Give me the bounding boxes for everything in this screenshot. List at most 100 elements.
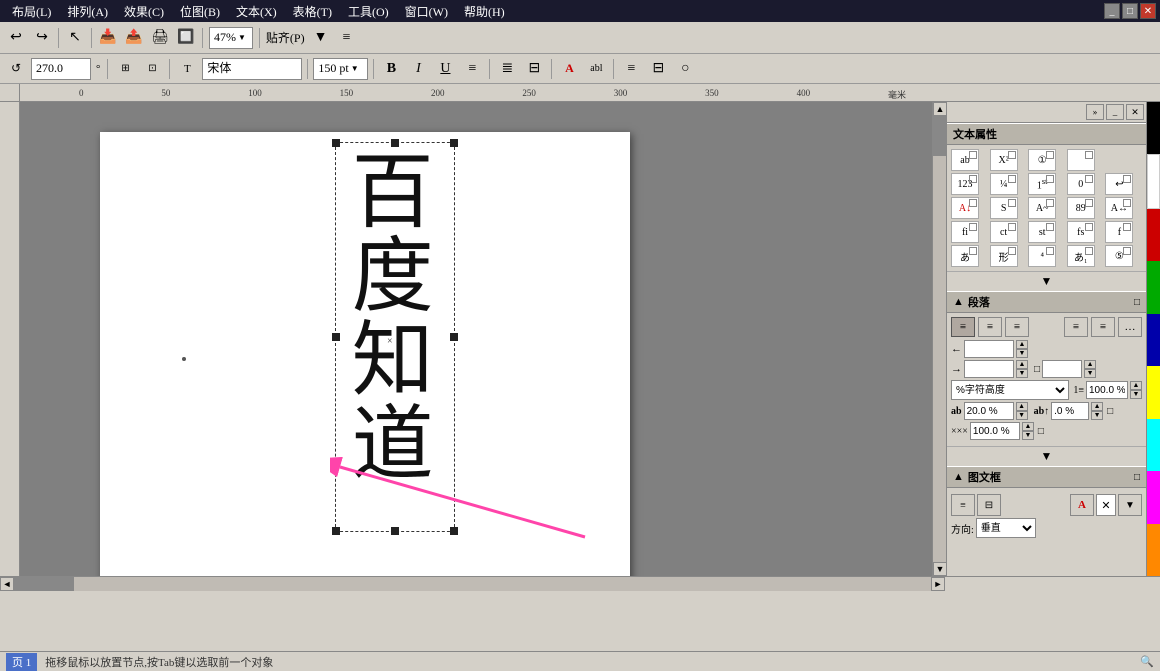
char-prop-ah[interactable]: あ₁ <box>1067 245 1095 267</box>
spin-up3[interactable]: ▲ <box>1084 360 1096 369</box>
char-prop-a-dn[interactable]: A↓ <box>951 197 979 219</box>
scroll-track-v[interactable] <box>933 116 946 562</box>
imgframe-header[interactable]: ▲ 图文框 □ <box>947 466 1146 488</box>
spin-dn7[interactable]: ▼ <box>1022 431 1034 440</box>
menu-bitmap[interactable]: 位图(B) <box>172 1 228 22</box>
space-after-input[interactable] <box>1051 402 1089 420</box>
width-input[interactable] <box>970 422 1020 440</box>
canvas-area[interactable]: × 百度知道 ▲ ▼ <box>20 102 946 576</box>
select-tool[interactable]: ↖ <box>63 26 87 50</box>
char-prop-a-arrow[interactable]: A↔ <box>1105 197 1133 219</box>
menu-help[interactable]: 帮助(H) <box>456 1 513 22</box>
menu-effects[interactable]: 效果(C) <box>116 1 172 22</box>
char-prop-circle1[interactable]: ① <box>1028 149 1056 171</box>
char-prop-ab[interactable]: ab <box>951 149 979 171</box>
char-prop-89[interactable]: 89 <box>1067 197 1095 219</box>
spin-dn3[interactable]: ▼ <box>1084 369 1096 378</box>
print-button[interactable]: 🖨 <box>148 26 172 50</box>
imgframe-btn1[interactable]: ≡ <box>951 494 975 516</box>
line-spacing-select[interactable]: %字符高度 <box>951 380 1069 400</box>
italic-button[interactable]: I <box>406 57 430 81</box>
swatch-yellow[interactable] <box>1147 366 1160 418</box>
expand-row[interactable]: ▼ <box>947 271 1146 291</box>
zoom-dropdown-arrow[interactable]: ▼ <box>236 33 248 42</box>
char-prop-ct[interactable]: ct <box>990 221 1018 243</box>
char-prop-circle5[interactable]: ⑤ <box>1105 245 1133 267</box>
handle-top-mid[interactable] <box>391 139 399 147</box>
swatch-cyan[interactable] <box>1147 419 1160 471</box>
angle-input[interactable]: 270.0 <box>31 58 91 80</box>
para-header[interactable]: ▲ 段落 □ <box>947 291 1146 313</box>
char-prop-a-wave[interactable]: A~ <box>1028 197 1056 219</box>
imgframe-dropdown-btn[interactable]: ▼ <box>1118 494 1142 516</box>
line-spacing-input[interactable] <box>1086 381 1128 399</box>
char-btn[interactable]: A <box>557 57 581 81</box>
align-icon[interactable]: ≡ <box>335 26 359 50</box>
close-button[interactable]: ✕ <box>1140 3 1156 19</box>
imgframe-text-btn[interactable]: A <box>1070 494 1094 516</box>
zoom-box[interactable]: 47% ▼ <box>209 27 253 49</box>
zoom-status[interactable]: 🔍 <box>1140 655 1154 668</box>
text-object[interactable]: × 百度知道 <box>335 142 455 532</box>
tb2-btn1[interactable]: ⊞ <box>113 57 137 81</box>
export-button[interactable]: 📤 <box>122 26 146 50</box>
scroll-down-button[interactable]: ▼ <box>933 562 946 576</box>
spin-up6[interactable]: ▲ <box>1091 402 1103 411</box>
spin-up1[interactable]: ▲ <box>1016 340 1028 349</box>
undo-button[interactable]: ↩ <box>4 26 28 50</box>
swatch-red[interactable] <box>1147 209 1160 261</box>
bold-button[interactable]: B <box>379 57 403 81</box>
char-prop-1st[interactable]: 1st <box>1028 173 1056 195</box>
spin-up2[interactable]: ▲ <box>1016 360 1028 369</box>
align-left[interactable]: ≡ <box>951 317 975 337</box>
underline-button[interactable]: U <box>433 57 457 81</box>
scroll-left-button[interactable]: ◄ <box>0 577 14 591</box>
swatch-black[interactable] <box>1147 102 1160 154</box>
handle-bottom-left[interactable] <box>332 527 340 535</box>
font-icon[interactable]: T <box>175 57 199 81</box>
handle-mid-right[interactable] <box>450 333 458 341</box>
align-center[interactable]: ≡ <box>978 317 1002 337</box>
char-prop-x2[interactable]: X² <box>990 149 1018 171</box>
align-justify1[interactable]: ≡ <box>1064 317 1088 337</box>
abl-btn[interactable]: abl <box>584 57 608 81</box>
frame-btn1[interactable]: ≡ <box>619 57 643 81</box>
width-checkbox[interactable]: □ <box>1038 426 1044 437</box>
align-more[interactable]: … <box>1118 317 1142 337</box>
handle-mid-left[interactable] <box>332 333 340 341</box>
para-checkbox[interactable]: □ <box>1134 297 1140 308</box>
swatch-orange[interactable] <box>1147 524 1160 576</box>
menu-text[interactable]: 文本(X) <box>228 1 285 22</box>
page-indicator[interactable]: 页 1 <box>6 653 37 671</box>
spin-dn6[interactable]: ▼ <box>1091 411 1103 420</box>
char-prop-0[interactable]: 0 <box>1067 173 1095 195</box>
scroll-thumb-h[interactable] <box>14 577 74 591</box>
char-prop-st[interactable]: st <box>1028 221 1056 243</box>
space-checkbox[interactable]: □ <box>1107 406 1113 417</box>
snap-dropdown[interactable]: ▼ <box>309 26 333 50</box>
scroll-right-button[interactable]: ► <box>931 577 945 591</box>
space-before-input[interactable] <box>964 402 1014 420</box>
font-size-arrow[interactable]: ▼ <box>349 64 361 73</box>
frame-btn2[interactable]: ⊟ <box>646 57 670 81</box>
import-button[interactable]: 📥 <box>96 26 120 50</box>
imgframe-checkbox[interactable]: □ <box>1134 472 1140 483</box>
font-size-box[interactable]: 150 pt ▼ <box>313 58 368 80</box>
handle-top-left[interactable] <box>332 139 340 147</box>
font-select[interactable]: 宋体 <box>202 58 302 80</box>
handle-bottom-mid[interactable] <box>391 527 399 535</box>
char-prop-hira[interactable]: あ <box>951 245 979 267</box>
menu-tools[interactable]: 工具(O) <box>340 1 397 22</box>
frame-btn3[interactable]: ○ <box>673 57 697 81</box>
handle-bottom-right[interactable] <box>450 527 458 535</box>
char-prop-s[interactable]: S <box>990 197 1018 219</box>
vertical-scrollbar[interactable]: ▲ ▼ <box>932 102 946 576</box>
swatch-green[interactable] <box>1147 261 1160 313</box>
expand-row2[interactable]: ▼ <box>947 446 1146 466</box>
imgframe-btn2[interactable]: ⊟ <box>977 494 1001 516</box>
align-left-button[interactable]: ≡ <box>460 57 484 81</box>
tb2-btn2[interactable]: ⊡ <box>140 57 164 81</box>
align-right[interactable]: ≡ <box>1005 317 1029 337</box>
indent-input2[interactable] <box>964 360 1014 378</box>
scroll-track-h[interactable] <box>14 577 931 591</box>
